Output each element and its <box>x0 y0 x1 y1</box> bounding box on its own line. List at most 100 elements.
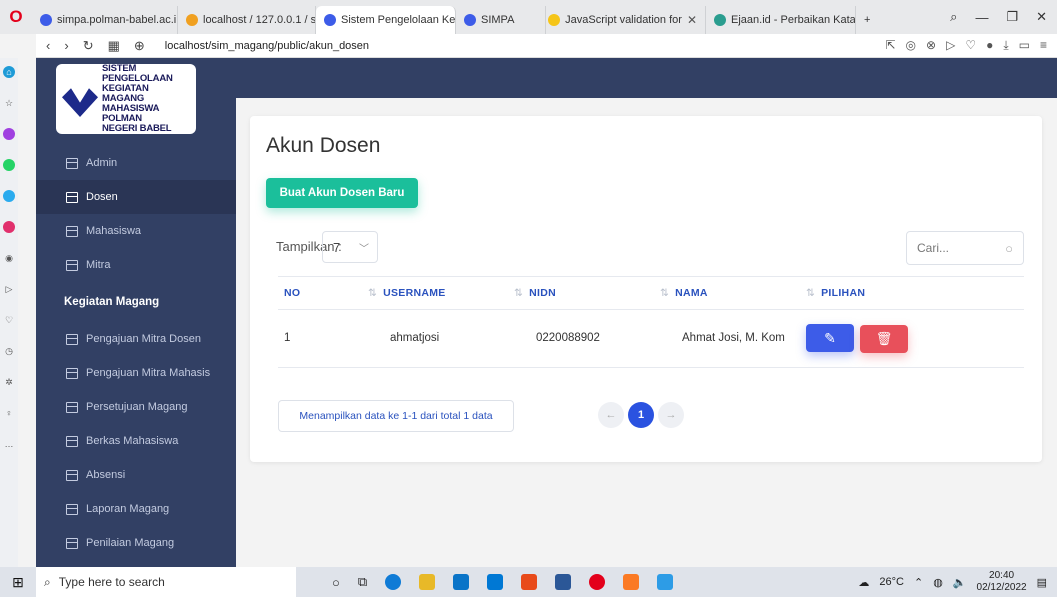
show-entries-select[interactable]: 7 ﹀ <box>322 231 378 263</box>
url-field[interactable]: localhost/sim_magang/public/akun_dosen <box>165 40 369 52</box>
cortana-icon[interactable]: ○ <box>332 575 340 590</box>
table-icon <box>66 401 78 413</box>
bulb-icon[interactable]: ♀ <box>3 407 15 419</box>
address-bar: ‹ › ↻ ▦ ⊕ localhost/sim_magang/public/ak… <box>36 34 1057 58</box>
sidebar-item-penilaian-magang[interactable]: Penilaian Magang <box>36 526 236 560</box>
minimize-icon[interactable]: — <box>975 10 988 25</box>
logo[interactable]: SISTEM PENGELOLAAN KEGIATAN MAGANG MAHAS… <box>56 64 196 134</box>
share-icon[interactable]: ⇱ <box>885 38 895 53</box>
opera-taskbar-icon[interactable] <box>589 574 606 590</box>
forward-icon[interactable]: › <box>64 38 68 54</box>
back-icon[interactable]: ‹ <box>46 38 50 54</box>
settings-icon[interactable]: ✲ <box>3 376 15 388</box>
table-icon <box>66 191 78 203</box>
site-info-icon[interactable]: ⊕ <box>134 38 145 54</box>
sidebar-item-pengajuan-mitra-mahasiswa[interactable]: Pengajuan Mitra Mahasis <box>36 356 236 390</box>
sidebar-item-persetujuan-magang[interactable]: Persetujuan Magang <box>36 390 236 424</box>
profile-icon[interactable]: ● <box>986 38 993 53</box>
opera-logo-icon[interactable]: O <box>0 0 32 34</box>
xampp-icon[interactable] <box>623 574 640 590</box>
tab-2[interactable]: localhost / 127.0.0.1 / sir✕ <box>178 6 316 34</box>
edit-button[interactable]: ✎ <box>806 324 854 352</box>
more-icon[interactable]: … <box>3 438 15 450</box>
prev-page-button[interactable]: ← <box>598 402 624 428</box>
close-tab-icon[interactable]: ✕ <box>687 13 697 27</box>
cell-username: ahmatjosi <box>362 309 508 368</box>
heart-icon[interactable]: ♡ <box>965 38 976 53</box>
sidebar-item-berkas-mahasiswa[interactable]: Berkas Mahasiswa <box>36 424 236 458</box>
page-button[interactable]: 1 <box>628 402 654 428</box>
tab-6[interactable]: Ejaan.id - Perbaikan Kata✕ <box>706 6 856 34</box>
task-view-icon[interactable]: ⧉ <box>358 574 367 590</box>
tab-3-active[interactable]: Sistem Pengelolaan Keg✕ <box>316 6 456 34</box>
store-icon[interactable] <box>453 574 470 590</box>
vscode-icon[interactable] <box>657 574 674 590</box>
history-icon[interactable]: ◷ <box>3 345 15 357</box>
table-icon <box>66 537 78 549</box>
create-dosen-account-button[interactable]: Buat Akun Dosen Baru <box>266 178 418 208</box>
sidebar-heading: Kegiatan Magang <box>64 296 160 308</box>
download-icon[interactable]: ⤓ <box>1003 38 1008 53</box>
new-tab-button[interactable]: + <box>856 6 880 34</box>
weather-icon[interactable]: ☁ <box>858 576 869 589</box>
mail-icon[interactable] <box>487 574 504 590</box>
tab-favicon-icon <box>714 14 726 26</box>
sidebar-item-absensi[interactable]: Absensi <box>36 458 236 492</box>
file-explorer-icon[interactable] <box>419 574 436 590</box>
flow-icon[interactable]: ▷ <box>946 38 955 53</box>
sidebar-item-dosen[interactable]: Dosen <box>36 180 236 214</box>
column-header-no[interactable]: NO <box>278 276 362 310</box>
sidebar-item-pengajuan-mitra-dosen[interactable]: Pengajuan Mitra Dosen <box>36 322 236 356</box>
sidebar-item-mitra[interactable]: Mitra <box>36 248 236 282</box>
office-icon[interactable] <box>521 574 538 590</box>
speed-dial-icon[interactable]: ▦ <box>108 38 120 54</box>
windows-start-icon[interactable]: ⊞ <box>0 574 36 591</box>
column-header-username[interactable]: ⇅ USERNAME <box>362 276 508 310</box>
sort-icon: ⇅ <box>514 287 524 299</box>
cell-nama: Ahmat Josi, M. Kom <box>654 309 800 368</box>
volume-icon[interactable]: 🔈 <box>953 576 967 589</box>
chevron-up-icon[interactable]: ⌃ <box>914 576 923 589</box>
sidebar-item-laporan-magang[interactable]: Laporan Magang <box>36 492 236 526</box>
search-input[interactable]: Cari... ○ <box>906 231 1024 265</box>
whatsapp-icon[interactable] <box>3 159 15 171</box>
taskbar-search-input[interactable]: ⌕ Type here to search <box>36 567 296 597</box>
battery-icon[interactable]: ▭ <box>1019 38 1030 53</box>
clock[interactable]: 20:40 02/12/2022 <box>977 570 1027 594</box>
tab-5[interactable]: JavaScript validation for ✕ <box>546 6 706 34</box>
top-navbar <box>236 58 1057 98</box>
restore-icon[interactable]: ❐ <box>1006 9 1018 25</box>
star-icon[interactable]: ☆ <box>3 97 15 109</box>
reload-icon[interactable]: ↻ <box>83 38 94 54</box>
menu-icon[interactable]: ≡ <box>1040 38 1047 53</box>
close-window-icon[interactable]: ✕ <box>1036 9 1047 25</box>
network-icon[interactable]: ◍ <box>933 576 943 589</box>
sidebar-item-mahasiswa[interactable]: Mahasiswa <box>36 214 236 248</box>
browser-tabbar: O simpa.polman-babel.ac.i✕ localhost / 1… <box>0 0 1057 34</box>
messenger-icon[interactable] <box>3 128 15 140</box>
home-icon[interactable]: ⌂ <box>3 66 15 78</box>
adblock-icon[interactable]: ⊗ <box>926 38 936 53</box>
column-header-pilihan[interactable]: ⇅ PILIHAN <box>800 276 1024 310</box>
column-header-nidn[interactable]: ⇅ NIDN <box>508 276 654 310</box>
heart-icon[interactable]: ♡ <box>3 314 15 326</box>
table-icon <box>66 259 78 271</box>
sidebar-item-admin[interactable]: Admin <box>36 146 236 180</box>
search-tabs-icon[interactable]: ⌕ <box>950 9 957 25</box>
tab-1[interactable]: simpa.polman-babel.ac.i✕ <box>32 6 178 34</box>
notifications-icon[interactable]: ▤ <box>1037 576 1047 589</box>
next-page-button[interactable]: → <box>658 402 684 428</box>
delete-button[interactable]: 🗑 <box>860 324 908 353</box>
column-header-nama[interactable]: ⇅ NAMA <box>654 276 800 310</box>
table-icon <box>66 157 78 169</box>
tab-4[interactable]: SIMPA <box>456 6 546 34</box>
telegram-icon[interactable] <box>3 190 15 202</box>
pagination-info: Menampilkan data ke 1-1 dari total 1 dat… <box>278 400 514 432</box>
word-icon[interactable] <box>555 574 572 590</box>
instagram-icon[interactable] <box>3 221 15 233</box>
send-icon[interactable]: ▷ <box>3 283 15 295</box>
trash-icon: 🗑 <box>875 330 893 346</box>
player-icon[interactable]: ◉ <box>3 252 15 264</box>
edge-icon[interactable] <box>385 574 402 590</box>
snapshot-icon[interactable]: ◎ <box>906 38 916 53</box>
